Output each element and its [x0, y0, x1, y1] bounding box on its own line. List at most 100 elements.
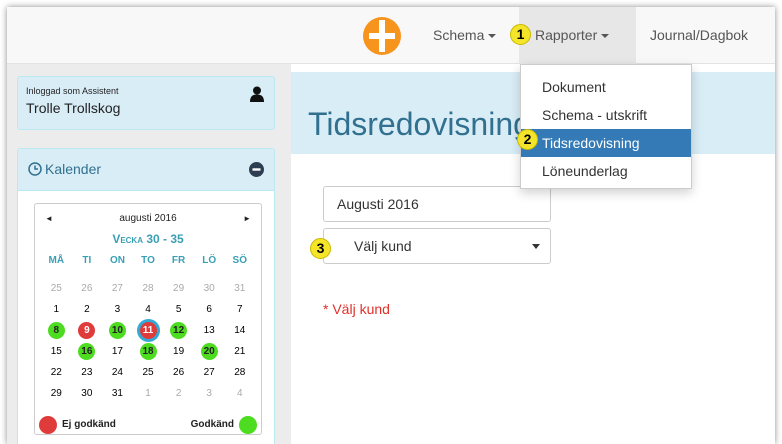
- calendar-day[interactable]: 2: [72, 299, 103, 320]
- calendar-day[interactable]: 22: [41, 362, 72, 383]
- calendar-week-row: 25 26 27 28 29 30 31: [41, 278, 255, 299]
- calendar-day-approved[interactable]: 18: [133, 341, 164, 362]
- calendar-day[interactable]: 27: [102, 278, 133, 299]
- calendar-day[interactable]: 21: [224, 341, 255, 362]
- calendar-day[interactable]: 1: [133, 383, 164, 404]
- calendar-day[interactable]: 23: [72, 362, 103, 383]
- approved-day-badge: 12: [170, 322, 188, 339]
- customer-select[interactable]: Välj kund: [323, 228, 551, 264]
- calendar-day[interactable]: 28: [133, 278, 164, 299]
- approved-day-badge: 16: [78, 343, 96, 360]
- calendar-week-label: Vecka 30 - 35: [112, 232, 184, 246]
- nav-rapporter[interactable]: Rapporter: [519, 7, 636, 64]
- weekday-label: LÖ: [202, 255, 217, 266]
- validation-message: * Välj kund: [323, 301, 390, 317]
- calendar-panel-header[interactable]: Kalender: [18, 149, 274, 191]
- customer-select-value: Välj kund: [354, 238, 412, 254]
- top-navbar: Schema Rapporter Journal/Dagbok: [7, 7, 775, 64]
- not-approved-day-badge: 9: [78, 322, 96, 339]
- calendar-week-row: 8 9 10 11 12 13 14: [41, 320, 255, 341]
- collapse-icon[interactable]: [249, 162, 264, 177]
- next-month-icon[interactable]: ►: [243, 214, 251, 223]
- calendar-day[interactable]: 30: [194, 278, 225, 299]
- calendar-day-approved[interactable]: 16: [72, 341, 103, 362]
- calendar-day[interactable]: 6: [194, 299, 225, 320]
- calendar-day[interactable]: 29: [163, 278, 194, 299]
- weekday-header-row: MÅ TI ON TO FR LÖ SÖ: [41, 250, 255, 271]
- calendar-week-row: 15 16 17 18 19 20 21: [41, 341, 255, 362]
- calendar-day[interactable]: 31: [102, 383, 133, 404]
- calendar-day[interactable]: 27: [194, 362, 225, 383]
- step-marker-1: 1: [510, 24, 531, 45]
- chevron-down-icon: [601, 34, 610, 39]
- nav-schema-label: Schema: [433, 27, 485, 43]
- today-day-badge: 11: [139, 322, 157, 339]
- calendar-day-approved[interactable]: 12: [163, 320, 194, 341]
- app-window: Schema Rapporter Journal/Dagbok 1 Dokume…: [7, 7, 775, 444]
- nav-journal[interactable]: Journal/Dagbok: [650, 7, 748, 64]
- sidebar: Inloggad som Assistent Trolle Trollskog …: [7, 64, 291, 444]
- calendar-day[interactable]: 24: [102, 362, 133, 383]
- calendar-day[interactable]: 19: [163, 341, 194, 362]
- calendar-day[interactable]: 30: [72, 383, 103, 404]
- menu-item-schema-utskrift[interactable]: Schema - utskrift: [521, 101, 691, 129]
- calendar-day-today[interactable]: 11: [133, 320, 164, 341]
- weekday-label: FR: [171, 255, 186, 266]
- calendar-week-row: 22 23 24 25 26 27 28: [41, 362, 255, 383]
- calendar-day[interactable]: 25: [133, 362, 164, 383]
- calendar-day[interactable]: 1: [41, 299, 72, 320]
- step-marker-2: 2: [517, 129, 538, 150]
- calendar-day[interactable]: 7: [224, 299, 255, 320]
- menu-item-loneunderlag[interactable]: Löneunderlag: [521, 157, 691, 185]
- chevron-down-icon: [532, 244, 540, 249]
- calendar-panel: Kalender ◄ augusti 2016 ► Vecka 30 - 35 …: [17, 148, 275, 444]
- calendar-day-approved[interactable]: 20: [194, 341, 225, 362]
- calendar-panel-title: Kalender: [45, 161, 102, 177]
- calendar-day[interactable]: 28: [224, 362, 255, 383]
- calendar-day[interactable]: 4: [224, 383, 255, 404]
- calendar-day[interactable]: 26: [163, 362, 194, 383]
- nav-schema[interactable]: Schema: [433, 7, 497, 64]
- calendar-day[interactable]: 25: [41, 278, 72, 299]
- rapporter-dropdown-menu: Dokument Schema - utskrift Tidsredovisni…: [520, 64, 692, 189]
- logo-icon: [363, 17, 401, 55]
- page-title: Tidsredovisning: [308, 106, 531, 142]
- calendar-day[interactable]: 3: [194, 383, 225, 404]
- weekday-label: MÅ: [48, 255, 65, 266]
- calendar-day[interactable]: 15: [41, 341, 72, 362]
- chevron-down-icon: [488, 34, 497, 39]
- legend-approved-dot: [239, 416, 257, 434]
- weekday-label: TI: [82, 255, 92, 266]
- calendar-day-approved[interactable]: 8: [41, 320, 72, 341]
- approved-day-badge: 20: [200, 343, 218, 360]
- logged-in-label: Inloggad som Assistent: [26, 86, 119, 96]
- calendar-day[interactable]: 5: [163, 299, 194, 320]
- calendar-day[interactable]: 13: [194, 320, 225, 341]
- calendar-day[interactable]: 17: [102, 341, 133, 362]
- legend-not-approved-label: Ej godkänd: [62, 419, 116, 430]
- user-panel: Inloggad som Assistent Trolle Trollskog: [17, 76, 275, 130]
- menu-item-tidsredovisning[interactable]: Tidsredovisning: [521, 129, 691, 157]
- calendar-day[interactable]: 2: [163, 383, 194, 404]
- approved-day-badge: 18: [139, 343, 157, 360]
- calendar-day[interactable]: 29: [41, 383, 72, 404]
- calendar-week-row: 29 30 31 1 2 3 4: [41, 383, 255, 404]
- calendar-day[interactable]: 4: [133, 299, 164, 320]
- step-marker-3: 3: [310, 238, 331, 259]
- calendar-day-approved[interactable]: 10: [102, 320, 133, 341]
- menu-item-dokument[interactable]: Dokument: [521, 73, 691, 101]
- calendar-day[interactable]: 3: [102, 299, 133, 320]
- weekday-label: ON: [109, 255, 125, 266]
- calendar-month-label: augusti 2016: [119, 213, 177, 224]
- calendar-day[interactable]: 14: [224, 320, 255, 341]
- legend-not-approved-dot: [39, 416, 57, 434]
- approved-day-badge: 10: [108, 322, 126, 339]
- user-name: Trolle Trollskog: [26, 100, 121, 116]
- user-icon: [250, 86, 264, 102]
- calendar-day[interactable]: 26: [72, 278, 103, 299]
- legend-approved-label: Godkänd: [190, 419, 234, 430]
- calendar-day[interactable]: 31: [224, 278, 255, 299]
- weekday-label: SÖ: [232, 255, 247, 266]
- month-input[interactable]: Augusti 2016: [323, 186, 551, 222]
- calendar-day-not-approved[interactable]: 9: [72, 320, 103, 341]
